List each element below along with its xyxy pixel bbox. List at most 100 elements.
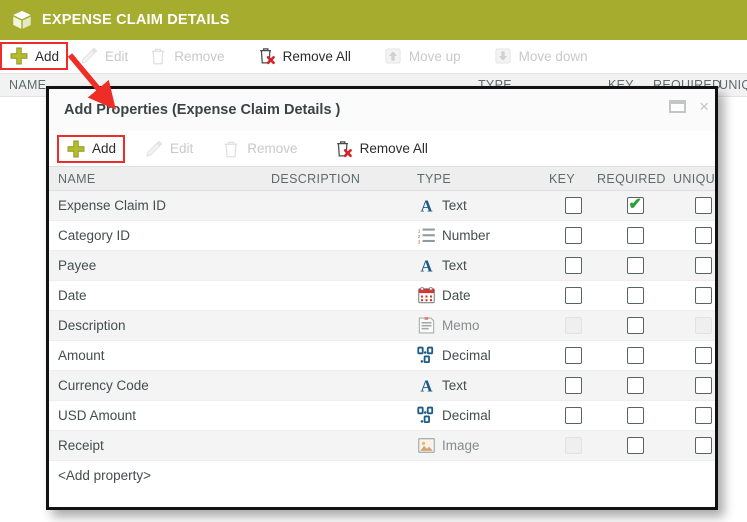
cell-type[interactable]: 1 2 3 Number: [409, 220, 549, 251]
key-checkbox[interactable]: [564, 287, 582, 304]
remove-button[interactable]: Remove: [139, 41, 233, 72]
required-checkbox[interactable]: [626, 287, 644, 304]
cell-description[interactable]: [271, 280, 409, 311]
table-row[interactable]: Receipt Image: [49, 430, 715, 461]
cell-key[interactable]: [549, 400, 597, 431]
cell-key[interactable]: [549, 340, 597, 371]
required-checkbox[interactable]: ✔: [626, 196, 644, 214]
cell-required[interactable]: [597, 430, 673, 461]
unique-checkbox[interactable]: [694, 287, 712, 304]
close-icon[interactable]: ×: [699, 98, 709, 115]
required-checkbox[interactable]: [626, 317, 644, 334]
table-row[interactable]: Date Date: [49, 280, 715, 311]
table-row[interactable]: Currency Code A Text: [49, 370, 715, 401]
add-property-row[interactable]: <Add property>: [49, 460, 715, 491]
cell-type[interactable]: Decimal: [409, 400, 549, 431]
cell-required[interactable]: [597, 220, 673, 251]
cell-type[interactable]: Date: [409, 280, 549, 311]
cell-name[interactable]: Date: [49, 280, 271, 311]
cell-description[interactable]: [271, 220, 409, 251]
cell-required[interactable]: [597, 280, 673, 311]
unique-checkbox[interactable]: [694, 437, 712, 454]
cell-unique[interactable]: [673, 340, 715, 371]
required-checkbox[interactable]: [626, 377, 644, 394]
key-checkbox[interactable]: [564, 347, 582, 364]
cell-key[interactable]: [549, 250, 597, 281]
table-row[interactable]: Payee A Text: [49, 250, 715, 281]
table-row[interactable]: USD Amount Decimal: [49, 400, 715, 431]
add-property-placeholder[interactable]: <Add property>: [49, 460, 715, 491]
col-header-type[interactable]: TYPE: [409, 166, 549, 191]
dialog-titlebar[interactable]: Add Properties (Expense Claim Details ) …: [49, 89, 715, 131]
required-checkbox[interactable]: [626, 257, 644, 274]
table-row[interactable]: Category ID 1 2 3 Number: [49, 220, 715, 251]
key-checkbox[interactable]: [564, 407, 582, 424]
unique-checkbox[interactable]: [694, 377, 712, 394]
unique-checkbox[interactable]: [694, 257, 712, 274]
cell-type[interactable]: A Text: [409, 190, 549, 221]
cell-description[interactable]: [271, 190, 409, 221]
key-checkbox[interactable]: [564, 227, 582, 244]
cell-name[interactable]: Category ID: [49, 220, 271, 251]
required-checkbox[interactable]: [626, 227, 644, 244]
cell-key[interactable]: [549, 190, 597, 221]
table-row[interactable]: Expense Claim ID A Text ✔: [49, 190, 715, 221]
move-up-button[interactable]: Move up: [374, 41, 470, 72]
unique-checkbox[interactable]: [694, 407, 712, 424]
col-header-description[interactable]: DESCRIPTION: [271, 166, 409, 191]
cell-name[interactable]: Receipt: [49, 430, 271, 461]
col-header-unique[interactable]: UNIQUE: [673, 166, 715, 191]
cell-name[interactable]: Payee: [49, 250, 271, 281]
cell-key[interactable]: [549, 280, 597, 311]
required-checkbox[interactable]: [626, 347, 644, 364]
col-header-name[interactable]: NAME: [49, 166, 271, 191]
key-checkbox[interactable]: [564, 197, 582, 214]
cell-type[interactable]: A Text: [409, 370, 549, 401]
cell-description[interactable]: [271, 370, 409, 401]
move-down-button[interactable]: Move down: [484, 41, 597, 72]
cell-key[interactable]: [549, 220, 597, 251]
cell-type[interactable]: Image: [409, 430, 549, 461]
cell-key[interactable]: [549, 370, 597, 401]
cell-description[interactable]: [271, 400, 409, 431]
key-checkbox[interactable]: [564, 257, 582, 274]
maximize-icon[interactable]: [669, 100, 687, 113]
cell-description[interactable]: [271, 430, 409, 461]
cell-unique[interactable]: [673, 430, 715, 461]
unique-checkbox[interactable]: [694, 347, 712, 364]
key-checkbox[interactable]: [564, 377, 582, 394]
cell-name[interactable]: Amount: [49, 340, 271, 371]
dialog-remove-all-button[interactable]: Remove All: [325, 133, 437, 164]
cell-unique[interactable]: [673, 250, 715, 281]
col-header-key[interactable]: KEY: [549, 166, 597, 191]
remove-all-button[interactable]: Remove All: [248, 41, 360, 72]
cell-type[interactable]: Decimal: [409, 340, 549, 371]
cell-required[interactable]: [597, 370, 673, 401]
cell-unique[interactable]: [673, 280, 715, 311]
cell-required[interactable]: [597, 310, 673, 341]
required-checkbox[interactable]: [626, 407, 644, 424]
unique-checkbox[interactable]: [694, 197, 712, 214]
cell-name[interactable]: Expense Claim ID: [49, 190, 271, 221]
cell-name[interactable]: Description: [49, 310, 271, 341]
table-row[interactable]: Description Memo: [49, 310, 715, 341]
dialog-add-button[interactable]: Add: [57, 134, 126, 163]
dialog-edit-button[interactable]: Edit: [135, 133, 202, 164]
edit-button[interactable]: Edit: [70, 41, 137, 72]
cell-unique[interactable]: [673, 220, 715, 251]
table-row[interactable]: Amount Decimal: [49, 340, 715, 371]
cell-type[interactable]: Memo: [409, 310, 549, 341]
cell-description[interactable]: [271, 310, 409, 341]
required-checkbox[interactable]: [626, 437, 644, 454]
cell-name[interactable]: USD Amount: [49, 400, 271, 431]
col-header-required[interactable]: REQUIRED: [597, 166, 673, 191]
cell-unique[interactable]: [673, 190, 715, 221]
cell-description[interactable]: [271, 340, 409, 371]
cell-unique[interactable]: [673, 400, 715, 431]
cell-required[interactable]: ✔: [597, 190, 673, 221]
cell-name[interactable]: Currency Code: [49, 370, 271, 401]
cell-required[interactable]: [597, 400, 673, 431]
cell-description[interactable]: [271, 250, 409, 281]
cell-required[interactable]: [597, 340, 673, 371]
dialog-remove-button[interactable]: Remove: [212, 133, 306, 164]
